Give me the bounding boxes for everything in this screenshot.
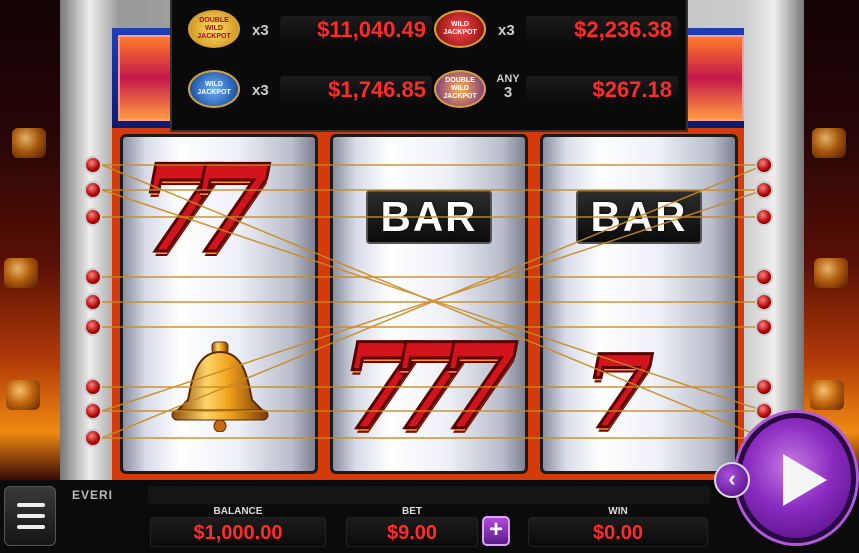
payline-indicator [84,156,102,174]
jackpot-any-multiplier: ANY 3 [496,73,520,101]
jackpot-multiplier: x3 [498,22,515,39]
payline-indicator [755,208,773,226]
payline-indicator [84,208,102,226]
bet-label: BET [402,506,422,517]
wild-jackpot-badge-blue: WILD JACKPOT [188,70,240,108]
hamburger-icon [17,503,45,507]
jackpot-amount: $1,746.85 [280,76,432,104]
jackpot-multiplier: x3 [252,82,269,99]
message-bar [148,486,710,504]
payline-indicator [84,318,102,336]
fire-panel-right [682,35,744,121]
seven-symbol: 777 [338,317,519,456]
jackpot-any-three: DOUBLE WILD JACKPOT ANY 3 $267.18 [434,70,684,110]
gem-decoration [810,380,844,410]
jackpot-multiplier: x3 [252,22,269,39]
double-wild-jackpot-badge: DOUBLE WILD JACKPOT [434,70,486,108]
payline-indicator [84,268,102,286]
hamburger-icon-line [17,514,45,518]
bell-symbol [171,341,269,432]
jackpot-panel: DOUBLE WILD JACKPOT x3 $11,040.49 WILD J… [170,0,688,132]
jackpot-wild-red: WILD JACKPOT x3 $2,236.38 [434,10,684,50]
gem-decoration [812,128,846,158]
payline-indicator [755,156,773,174]
menu-button[interactable] [4,486,56,546]
jackpot-double-wild: DOUBLE WILD JACKPOT x3 $11,040.49 [188,10,438,50]
jackpot-wild-blue: WILD JACKPOT x3 $1,746.85 [188,70,438,110]
double-wild-jackpot-badge: DOUBLE WILD JACKPOT [188,10,240,48]
gem-decoration [12,128,46,158]
back-button[interactable]: ‹ [714,462,750,498]
payline-indicator [84,402,102,420]
bar-symbol: BAR [576,190,702,244]
win-value: $0.00 [528,517,708,547]
jackpot-amount: $11,040.49 [280,16,432,44]
balance-value: $1,000.00 [150,517,326,547]
gem-decoration [814,258,848,288]
increase-bet-button[interactable]: + [482,516,510,546]
right-flame-background [804,0,859,480]
wild-jackpot-badge-red: WILD JACKPOT [434,10,486,48]
payline-indicator [755,378,773,396]
spin-button[interactable] [736,413,856,543]
jackpot-amount: $267.18 [526,76,678,104]
win-label: WIN [608,506,628,517]
payline-indicator [84,429,102,447]
payline-indicator [755,293,773,311]
jackpot-amount: $2,236.38 [526,16,678,44]
seven-symbol: 77 [137,139,273,280]
payline-indicator [84,181,102,199]
payline-indicator [755,318,773,336]
bar-symbol: BAR [366,190,492,244]
payline-indicator [755,268,773,286]
bet-value: $9.00 [346,517,478,547]
payline-indicator [755,181,773,199]
brand-logo: EVERI [72,488,114,502]
hamburger-icon-line [17,525,45,529]
gem-decoration [6,380,40,410]
left-flame-background [0,0,60,480]
payline-indicator [84,293,102,311]
payline-indicator [755,402,773,420]
payline-indicator [84,378,102,396]
seven-symbol: 7 [583,333,656,451]
balance-label: BALANCE [213,506,263,517]
play-icon [783,454,827,506]
gem-decoration [4,258,38,288]
